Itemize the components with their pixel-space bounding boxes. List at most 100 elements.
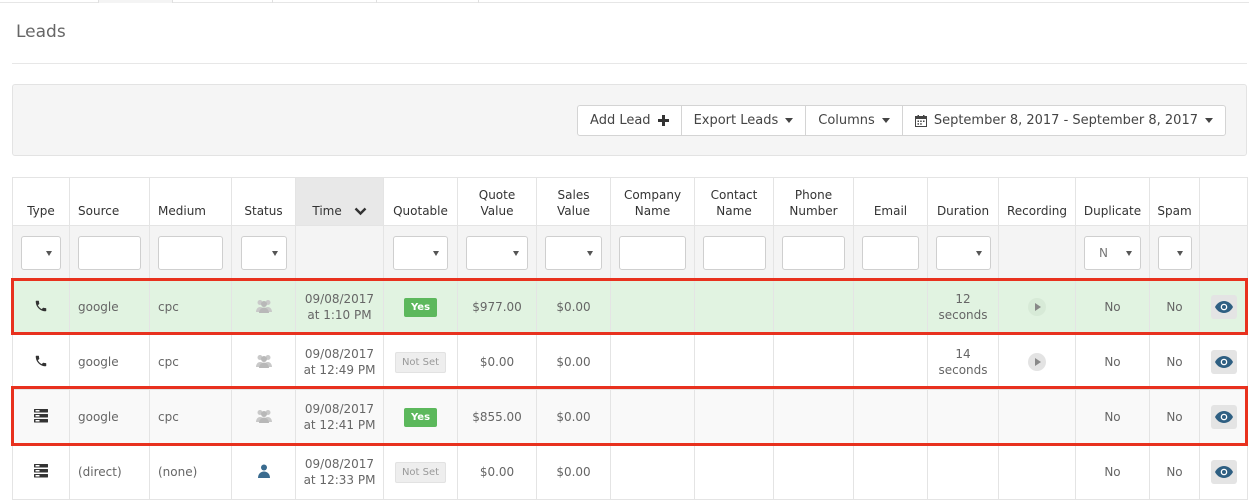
col-header-contact-name-line1: Contact: [710, 188, 758, 202]
quote-value-filter-select[interactable]: [466, 235, 528, 270]
filter-cell-empty: [295, 225, 384, 280]
time-cell: 09/08/2017 at 1:10 PM: [295, 279, 384, 335]
col-header-email[interactable]: Email: [853, 177, 928, 226]
col-header-quote-value[interactable]: Quote Value: [457, 177, 537, 226]
actions-cell: [1199, 279, 1248, 335]
table-row[interactable]: google cpc 09/08/2017 at 1:10 PM Yes $977…: [12, 279, 1248, 335]
table-row[interactable]: (direct) (none) 09/08/2017 at 12:33 PM No…: [12, 444, 1248, 500]
col-header-phone-number-line2: Number: [789, 204, 838, 218]
medium-cell: cpc: [149, 389, 232, 445]
source-filter-input[interactable]: [78, 235, 141, 270]
company-name-cell: [610, 334, 695, 390]
col-header-status[interactable]: Status: [231, 177, 296, 226]
contact-name-filter-input[interactable]: [702, 235, 766, 270]
phone-number-filter-input[interactable]: [782, 235, 845, 270]
eye-icon: [1214, 301, 1233, 313]
duplicate-cell: No: [1075, 334, 1150, 390]
col-header-spam[interactable]: Spam: [1149, 177, 1200, 226]
user-icon[interactable]: [257, 464, 270, 478]
col-header-sales-value-line1: Sales: [557, 188, 590, 202]
export-leads-button[interactable]: Export Leads: [682, 106, 807, 135]
spam-cell: No: [1149, 389, 1200, 445]
view-lead-button[interactable]: [1210, 405, 1237, 429]
tab-stub[interactable]: [376, 0, 478, 3]
col-header-quotable[interactable]: Quotable: [383, 177, 458, 226]
duration-cell: [927, 389, 999, 445]
duration-cell: 12 seconds: [927, 279, 999, 335]
tab-stub[interactable]: [98, 0, 172, 3]
view-lead-button[interactable]: [1210, 295, 1237, 319]
play-icon[interactable]: [1028, 353, 1046, 371]
col-header-type[interactable]: Type: [12, 177, 70, 226]
filter-cell: [1149, 225, 1200, 280]
col-header-time[interactable]: Time: [295, 177, 384, 226]
leads-table: Type Source Medium Status Time Quotable …: [12, 177, 1248, 500]
type-cell: [12, 389, 70, 445]
duplicate-filter-select[interactable]: N: [1084, 235, 1141, 270]
caret-down-icon: [433, 250, 439, 256]
filter-cell-empty: [1199, 225, 1248, 280]
date-range-button[interactable]: September 8, 2017 - September 8, 2017: [903, 106, 1225, 135]
status-filter-select[interactable]: [240, 235, 287, 270]
col-header-duration[interactable]: Duration: [927, 177, 999, 226]
quotable-badge[interactable]: Not Set: [394, 461, 447, 483]
caret-down-icon: [881, 118, 890, 123]
filter-cell: [457, 225, 537, 280]
col-header-medium[interactable]: Medium: [149, 177, 232, 226]
quotable-cell: Yes: [383, 279, 458, 335]
time-cell: 09/08/2017 at 12:33 PM: [295, 444, 384, 500]
duration-value: 14: [955, 347, 971, 361]
table-row[interactable]: google cpc 09/08/2017 at 12:49 PM Not Set…: [12, 334, 1248, 390]
spam-filter-select[interactable]: [1157, 235, 1192, 270]
tab-stub[interactable]: [172, 0, 272, 3]
group-icon[interactable]: [255, 409, 273, 423]
col-header-sales-value[interactable]: Sales Value: [536, 177, 611, 226]
caret-down-icon: [785, 118, 794, 123]
filter-cell: [927, 225, 999, 280]
phone-icon: [35, 355, 47, 366]
col-header-company-name[interactable]: Company Name: [610, 177, 695, 226]
caret-down-icon: [271, 250, 278, 256]
col-header-duplicate[interactable]: Duplicate: [1075, 177, 1150, 226]
time-cell: 09/08/2017 at 12:41 PM: [295, 389, 384, 445]
col-header-contact-name-line2: Name: [716, 204, 752, 218]
filter-cell: [610, 225, 695, 280]
group-icon[interactable]: [255, 299, 273, 313]
company-name-filter-input[interactable]: [619, 235, 686, 270]
col-header-phone-number[interactable]: Phone Number: [773, 177, 854, 226]
quotable-badge[interactable]: Yes: [403, 407, 438, 427]
columns-button[interactable]: Columns: [806, 106, 903, 135]
duplicate-cell: No: [1075, 279, 1150, 335]
columns-label: Columns: [818, 113, 875, 128]
quotable-filter-select[interactable]: [393, 235, 448, 270]
time-date: 09/08/2017: [304, 347, 375, 361]
type-filter-select[interactable]: [21, 235, 61, 270]
filter-cell-empty: [998, 225, 1076, 280]
email-cell: [853, 444, 928, 500]
caret-down-icon: [1205, 118, 1213, 123]
sales-value-cell: $0.00: [536, 444, 611, 500]
view-lead-button[interactable]: [1210, 350, 1237, 374]
add-lead-button[interactable]: Add Lead: [578, 106, 682, 135]
medium-filter-input[interactable]: [158, 235, 223, 270]
tab-stub[interactable]: [478, 0, 578, 3]
play-icon[interactable]: [1028, 298, 1046, 316]
time-cell: 09/08/2017 at 12:49 PM: [295, 334, 384, 390]
col-header-recording[interactable]: Recording: [998, 177, 1076, 226]
quotable-badge[interactable]: Not Set: [394, 351, 447, 373]
col-header-contact-name[interactable]: Contact Name: [694, 177, 774, 226]
quotable-badge[interactable]: Yes: [403, 297, 438, 317]
header-row: Type Source Medium Status Time Quotable …: [12, 177, 1248, 226]
quote-value-cell: $977.00: [457, 279, 537, 335]
group-icon[interactable]: [255, 354, 273, 368]
view-lead-button[interactable]: [1210, 460, 1237, 484]
table-row[interactable]: google cpc 09/08/2017 at 12:41 PM Yes $85…: [12, 389, 1248, 445]
col-header-source[interactable]: Source: [69, 177, 150, 226]
email-filter-input[interactable]: [862, 235, 919, 270]
tab-stub[interactable]: [272, 0, 376, 3]
duration-filter-select[interactable]: [935, 235, 991, 270]
col-header-phone-number-line1: Phone: [794, 188, 833, 202]
filter-cell: [231, 225, 296, 280]
sales-value-filter-select[interactable]: [545, 235, 602, 270]
actions-cell: [1199, 444, 1248, 500]
